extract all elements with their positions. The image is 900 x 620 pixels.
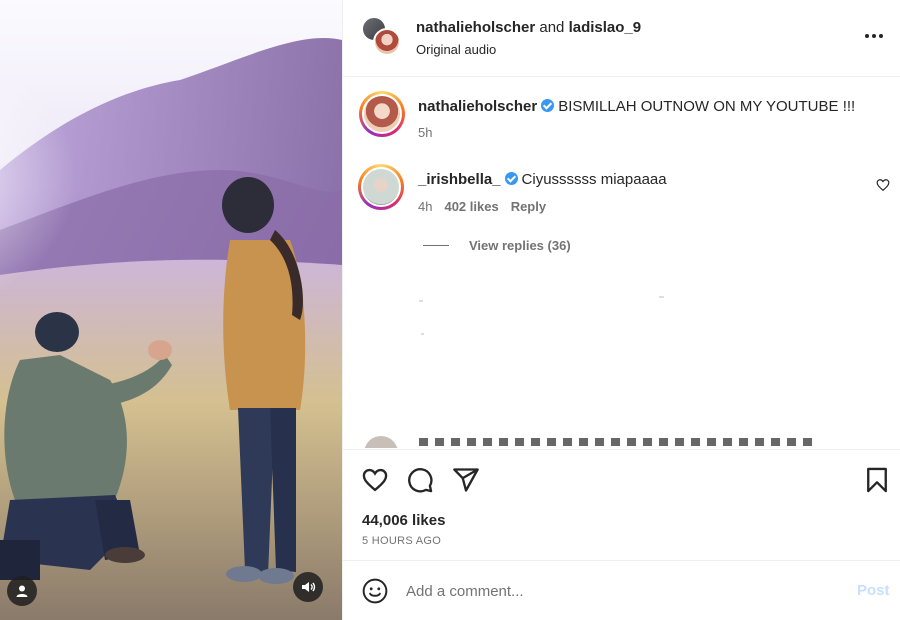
tagged-users-button[interactable]	[7, 576, 37, 606]
post-details-panel: nathalieholscher and ladislao_9 Original…	[342, 0, 900, 620]
verified-badge-icon	[541, 99, 555, 112]
caption-avatar[interactable]	[359, 91, 405, 137]
view-replies-button[interactable]: View replies (36)	[423, 238, 571, 253]
user-tag-icon	[16, 585, 28, 597]
loading-trace	[421, 333, 424, 335]
collaborator-username[interactable]: ladislao_9	[569, 19, 642, 36]
reply-button[interactable]: Reply	[511, 199, 546, 214]
emoji-icon[interactable]	[362, 578, 388, 604]
sound-toggle-button[interactable]	[293, 572, 323, 602]
avatar	[364, 436, 398, 448]
audio-link[interactable]: Original audio	[416, 42, 496, 57]
dot	[879, 34, 883, 38]
avatar	[361, 167, 401, 207]
comment-timestamp[interactable]: 4h	[418, 199, 432, 214]
comment-input[interactable]	[406, 578, 846, 604]
heart-icon[interactable]	[361, 466, 389, 494]
caption: nathalieholscher BISMILLAH OUTNOW ON MY Y…	[418, 98, 855, 115]
caption-timestamp[interactable]: 5h	[418, 125, 432, 140]
collab-avatars[interactable]	[361, 16, 401, 56]
loading-trace	[419, 300, 423, 302]
more-horizontal-icon	[865, 34, 869, 38]
caption-username[interactable]: nathalieholscher	[418, 98, 537, 115]
post-timestamp[interactable]: 5 HOURS AGO	[362, 535, 441, 547]
more-options-button[interactable]	[865, 26, 889, 46]
post-authors: nathalieholscher and ladislao_9	[416, 19, 641, 36]
author-conjunction: and	[539, 19, 565, 36]
post-comment-button[interactable]: Post	[857, 582, 890, 599]
avatar	[362, 94, 402, 134]
list-item[interactable]	[361, 436, 891, 448]
comment-like-heart-icon[interactable]	[876, 178, 890, 192]
loading-trace	[659, 296, 664, 298]
likes-count[interactable]: 44,006 likes	[362, 512, 445, 529]
post-header: nathalieholscher and ladislao_9 Original…	[343, 0, 900, 77]
author-username[interactable]: nathalieholscher	[416, 19, 535, 36]
comment-icon[interactable]	[406, 466, 434, 494]
instagram-post-viewer: nathalieholscher and ladislao_9 Original…	[0, 0, 900, 620]
comment-likes[interactable]: 402 likes	[444, 199, 498, 214]
proposal-video-frame	[0, 0, 342, 620]
send-icon[interactable]	[452, 466, 480, 494]
dot	[872, 34, 876, 38]
caption-text: BISMILLAH OUTNOW ON MY YOUTUBE !!!	[558, 98, 856, 115]
partial-comment-text	[419, 438, 819, 446]
comment-text: Ciyussssss miapaaaa	[521, 171, 667, 188]
view-replies-label: View replies (36)	[469, 238, 571, 253]
bookmark-icon[interactable]	[863, 466, 891, 494]
replies-divider	[423, 245, 449, 246]
comment-username[interactable]: _irishbella_	[418, 171, 501, 188]
verified-badge-icon	[504, 172, 518, 185]
comments-list[interactable]: nathalieholscher BISMILLAH OUTNOW ON MY Y…	[343, 78, 900, 448]
comment-avatar[interactable]	[358, 164, 404, 210]
add-comment-bar: Post	[343, 562, 900, 620]
post-media[interactable]	[0, 0, 342, 620]
post-actions: 44,006 likes 5 HOURS AGO	[343, 449, 900, 561]
comment: _irishbella_ Ciyussssss miapaaaa	[418, 171, 667, 188]
speaker-icon	[301, 582, 315, 592]
avatar	[373, 28, 401, 56]
comment-meta: 4h 402 likes Reply	[418, 199, 546, 214]
